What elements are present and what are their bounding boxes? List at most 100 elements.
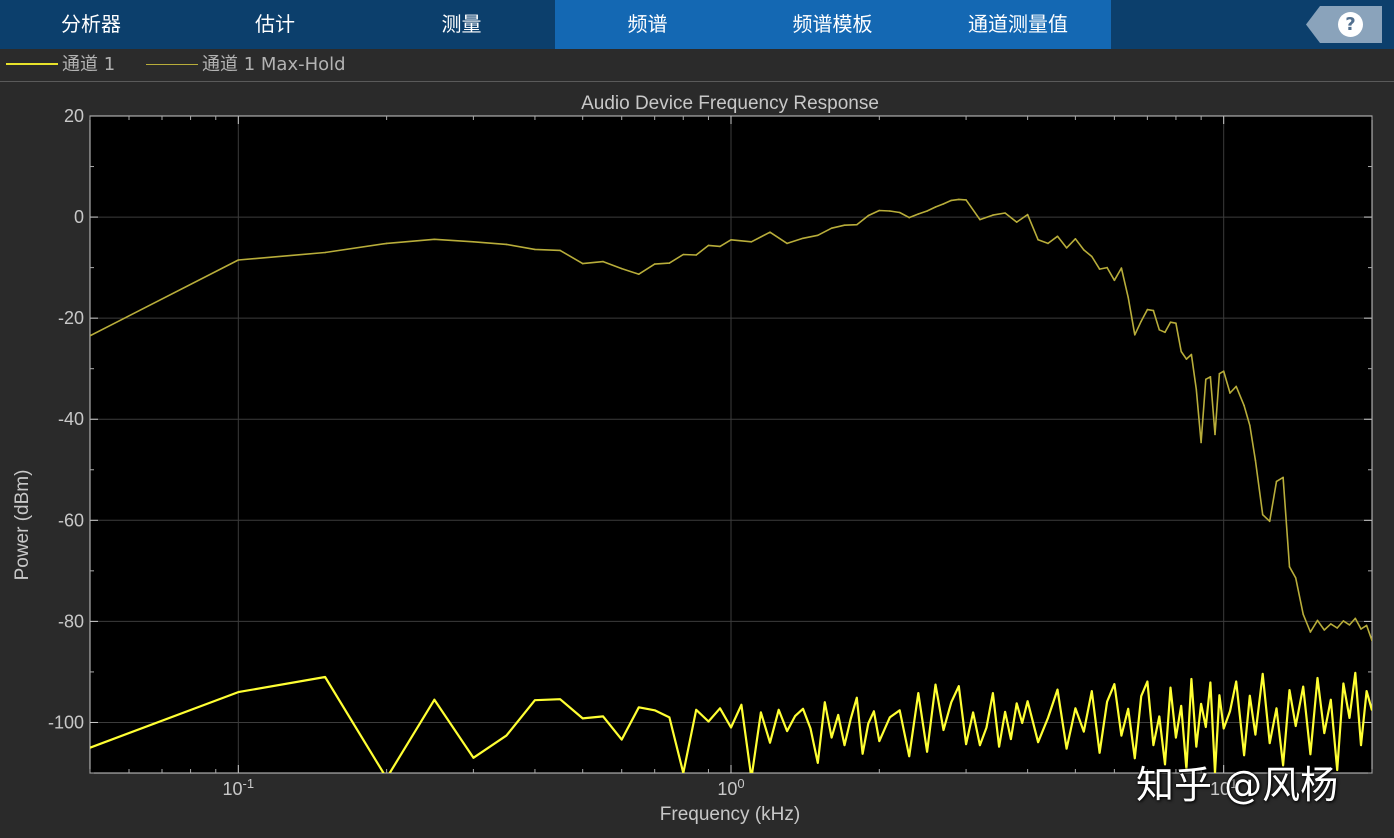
point-max-hold [1235,385,1237,388]
point-channel-1 [1249,694,1251,697]
point-channel-1 [1158,715,1161,718]
point-max-hold [830,227,833,229]
point-channel-1 [237,691,240,693]
point-max-hold [786,242,788,245]
y-tick-label: -60 [58,510,84,530]
point-max-hold [730,239,732,241]
point-max-hold [856,223,858,226]
legend: 通道 1 通道 1 Max-Hold [0,49,1394,82]
point-channel-1 [802,708,804,710]
point-max-hold [534,248,536,251]
tab-spectral-mask[interactable]: 频谱模板 [740,0,925,49]
x-tick-label: 10-1 [223,776,255,799]
point-channel-1 [777,709,780,711]
point-max-hold [1365,624,1368,627]
point-channel-1 [719,707,721,710]
point-max-hold [992,214,994,216]
point-channel-1 [794,715,796,717]
point-channel-1 [324,676,326,678]
legend-line-icon [6,63,58,65]
point-max-hold [898,211,901,214]
point-channel-1 [942,729,945,731]
point-max-hold [1047,242,1049,245]
point-channel-1 [1371,709,1372,712]
y-tick-label: -100 [48,712,84,732]
point-max-hold [1288,566,1291,568]
point-channel-1 [386,777,388,779]
point-channel-1 [1175,736,1177,739]
point-max-hold [1113,279,1116,282]
point-max-hold [1037,239,1039,241]
point-channel-1 [472,757,475,759]
point-max-hold [1323,629,1326,631]
tab-spectrum[interactable]: 频谱 [555,0,740,49]
point-channel-1 [1205,726,1207,728]
point-max-hold [1190,353,1193,356]
point-max-hold [1330,623,1332,625]
point-max-hold [942,203,945,205]
point-max-hold [653,263,656,265]
y-tick-label: -80 [58,611,84,631]
legend-label: 通道 1 [62,54,116,75]
point-channel-1 [1218,694,1221,696]
point-max-hold [1261,513,1264,516]
point-max-hold [638,273,640,275]
point-max-hold [1294,577,1297,579]
point-max-hold [817,234,819,237]
y-tick-label: -40 [58,409,84,429]
point-channel-1 [90,746,91,749]
point-channel-1 [433,698,436,701]
tab-measurements[interactable]: 测量 [368,0,555,49]
point-channel-1 [505,734,508,737]
point-max-hold [1056,235,1059,238]
point-max-hold [1158,329,1161,331]
point-channel-1 [998,745,1000,748]
point-channel-1 [958,685,960,687]
spectrum-chart[interactable]: Audio Device Frequency Response 20 0 -20 -4… [0,82,1394,838]
point-max-hold [1134,334,1136,336]
point-channel-1 [769,741,771,744]
point-max-hold [1175,322,1177,324]
point-max-hold [559,249,561,252]
point-max-hold [1185,358,1188,360]
tab-analyzer[interactable]: 分析器 [0,0,182,49]
point-channel-1 [1235,680,1237,683]
point-channel-1 [1004,711,1006,713]
tab-channel-measurements[interactable]: 通道测量值 [925,0,1111,49]
legend-item-max-hold[interactable]: 通道 1 Max-Hold [146,53,346,77]
watermark: 知乎 @风杨 [1136,763,1339,807]
point-max-hold [1098,268,1101,270]
point-channel-1 [1065,747,1068,750]
point-max-hold [1371,639,1372,642]
point-max-hold [1205,378,1207,381]
point-channel-1 [638,706,640,709]
point-channel-1 [1360,744,1362,746]
y-tick-labels: 20 0 -20 -40 -60 -80 -100 [48,106,84,732]
point-max-hold [1214,433,1216,436]
point-channel-1 [1275,707,1278,710]
point-max-hold [719,245,721,248]
point-max-hold [1316,619,1319,622]
point-max-hold [889,210,891,212]
legend-item-channel-1[interactable]: 通道 1 [6,53,115,77]
point-channel-1 [1209,681,1212,684]
point-max-hold [1004,212,1006,214]
point-channel-1 [559,698,561,700]
help-button[interactable]: ? [1306,6,1382,43]
point-channel-1 [950,701,953,703]
point-max-hold [1200,441,1202,444]
point-max-hold [1336,627,1338,629]
point-max-hold [1152,309,1155,312]
point-max-hold [934,206,937,208]
tab-estimation[interactable]: 估计 [182,0,368,49]
point-max-hold [917,213,920,215]
point-max-hold [682,253,685,256]
point-channel-1 [965,743,967,745]
toolstrip-tab-bar: 分析器 估计 测量 频谱 频谱模板 通道测量值 ? [0,0,1394,49]
point-max-hold [979,218,981,221]
x-axis-label: Frequency (kHz) [660,804,800,825]
point-max-hold [1140,320,1142,322]
point-channel-1 [1330,698,1332,701]
point-channel-1 [1316,677,1319,679]
point-channel-1 [1180,705,1182,707]
